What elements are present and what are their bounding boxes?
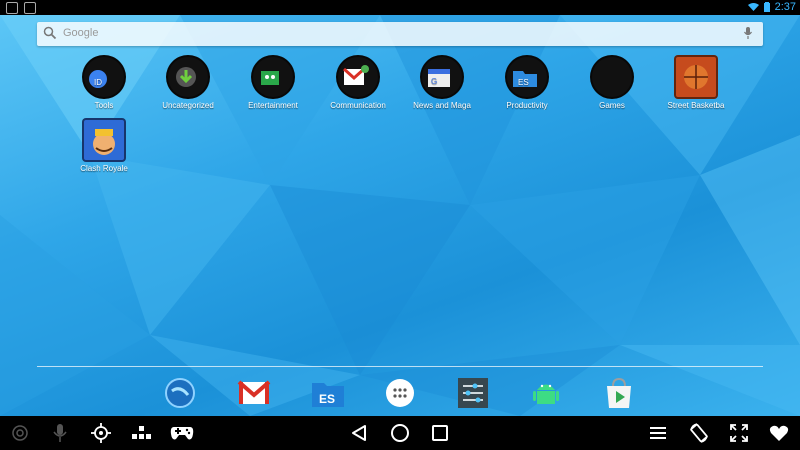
app-label: Tools bbox=[94, 101, 114, 110]
microphone-icon[interactable] bbox=[743, 26, 753, 40]
favorite-icon[interactable] bbox=[767, 421, 791, 445]
app-label: Street Basketba bbox=[667, 101, 725, 110]
svg-text:ES: ES bbox=[518, 78, 529, 87]
svg-text:ID: ID bbox=[94, 78, 102, 87]
android-icon[interactable] bbox=[528, 375, 564, 411]
es-file-explorer-icon[interactable]: ES bbox=[310, 375, 346, 411]
download-folder-icon bbox=[166, 55, 210, 99]
app-label: Communication bbox=[330, 101, 386, 110]
games-folder-icon bbox=[590, 55, 634, 99]
basketball-app-icon bbox=[674, 55, 718, 99]
app-label: Entertainment bbox=[248, 101, 298, 110]
svg-text:G: G bbox=[431, 77, 437, 86]
notification-icon bbox=[6, 2, 18, 14]
app-label: News and Maga bbox=[413, 101, 471, 110]
news-folder-icon: G bbox=[420, 55, 464, 99]
app-label: Clash Royale bbox=[80, 164, 128, 173]
search-input[interactable]: Google bbox=[63, 27, 98, 39]
entertainment-folder-icon bbox=[251, 55, 295, 99]
home-screen: Google ID Tools Uncategorized Entertainm… bbox=[0, 15, 800, 416]
app-label: Productivity bbox=[506, 101, 548, 110]
search-icon bbox=[43, 26, 57, 40]
app-street-basketball[interactable]: Street Basketba bbox=[651, 55, 741, 110]
gmail-icon[interactable] bbox=[236, 375, 272, 411]
target-icon[interactable] bbox=[89, 421, 113, 445]
app-uncategorized[interactable]: Uncategorized bbox=[143, 55, 233, 110]
settings-icon[interactable] bbox=[455, 375, 491, 411]
notification-icon bbox=[24, 2, 36, 14]
navigation-bar bbox=[0, 416, 800, 450]
rotate-icon[interactable] bbox=[687, 421, 711, 445]
camera-icon[interactable] bbox=[8, 421, 32, 445]
home-icon[interactable] bbox=[388, 421, 412, 445]
gamepad-icon[interactable] bbox=[170, 421, 194, 445]
status-right: 2:37 bbox=[747, 1, 796, 13]
back-icon[interactable] bbox=[347, 421, 371, 445]
app-communication[interactable]: Communication bbox=[313, 55, 403, 110]
status-bar: 2:37 bbox=[0, 0, 800, 15]
microphone-icon[interactable] bbox=[48, 421, 72, 445]
app-clash-royale[interactable]: Clash Royale bbox=[59, 118, 149, 173]
app-drawer-icon[interactable] bbox=[382, 375, 418, 411]
app-productivity[interactable]: ES Productivity bbox=[482, 55, 572, 110]
app-entertainment[interactable]: Entertainment bbox=[228, 55, 318, 110]
recents-icon[interactable] bbox=[428, 421, 452, 445]
dock-divider bbox=[37, 366, 763, 367]
svg-text:ES: ES bbox=[319, 392, 335, 406]
search-bar[interactable]: Google bbox=[37, 22, 763, 46]
menu-icon[interactable] bbox=[646, 421, 670, 445]
app-label: Games bbox=[599, 101, 625, 110]
app-label: Uncategorized bbox=[162, 101, 214, 110]
status-left bbox=[6, 2, 36, 14]
battery-icon bbox=[763, 2, 770, 12]
keymap-icon[interactable] bbox=[130, 421, 154, 445]
tools-folder-icon: ID bbox=[82, 55, 126, 99]
wifi-icon bbox=[747, 3, 759, 11]
app-news-and-magazines[interactable]: G News and Maga bbox=[397, 55, 487, 110]
app-tools[interactable]: ID Tools bbox=[59, 55, 149, 110]
gmail-folder-icon bbox=[336, 55, 380, 99]
browser-icon[interactable] bbox=[162, 375, 198, 411]
fullscreen-icon[interactable] bbox=[727, 421, 751, 445]
clash-royale-app-icon bbox=[82, 118, 126, 162]
clock: 2:37 bbox=[774, 1, 796, 13]
play-store-icon[interactable] bbox=[601, 375, 637, 411]
app-games[interactable]: Games bbox=[567, 55, 657, 110]
es-file-folder-icon: ES bbox=[505, 55, 549, 99]
